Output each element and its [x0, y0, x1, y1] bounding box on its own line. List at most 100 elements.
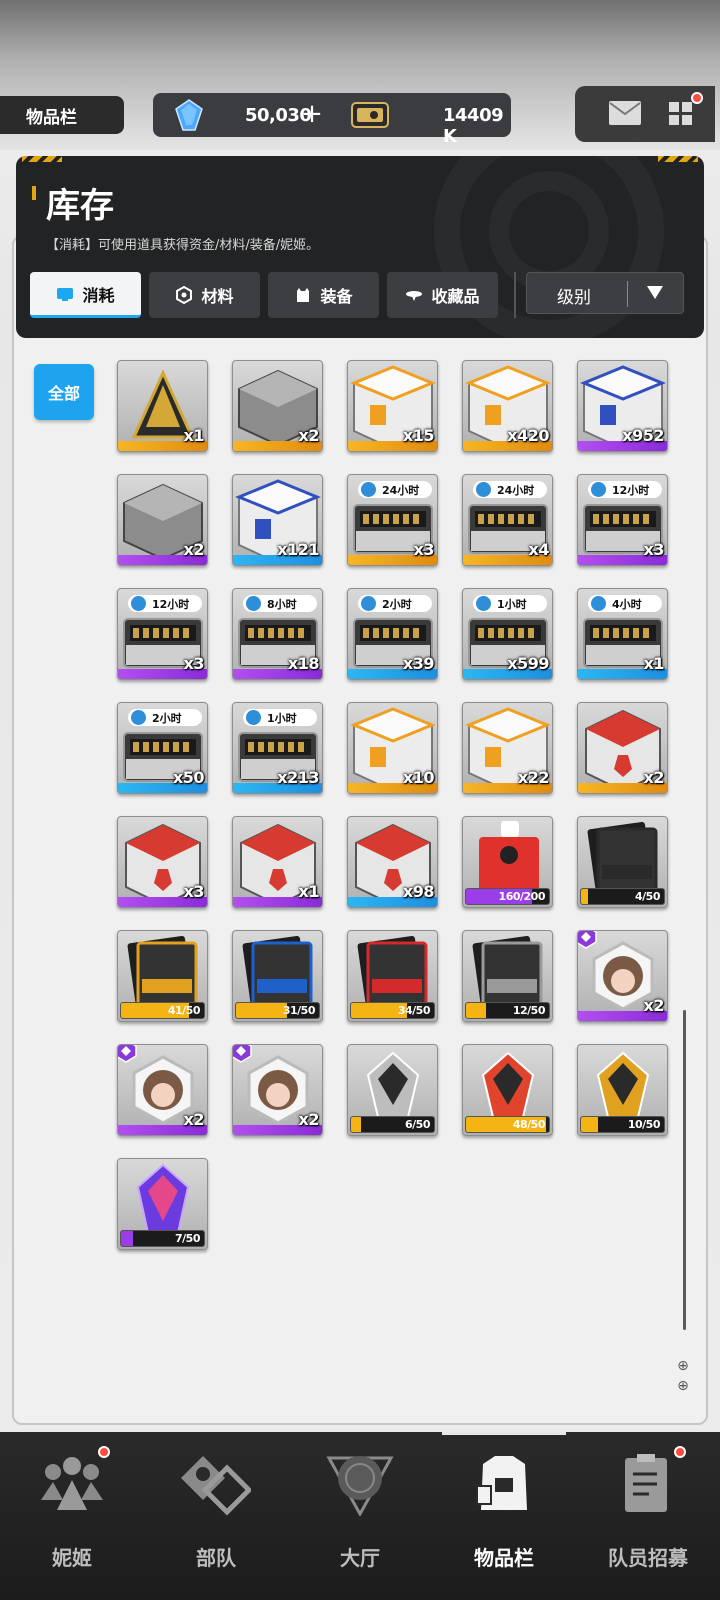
item-quantity: x2: [183, 1110, 205, 1129]
inventory-item-time-case-2h-2[interactable]: 2小时 x50: [117, 702, 208, 794]
consumable-icon: [57, 287, 74, 301]
tab-collectibles[interactable]: 收藏品: [387, 272, 498, 318]
progress-label: 41/50: [167, 1004, 201, 1017]
item-quantity: x3: [183, 654, 205, 673]
inventory-item-grey-crate[interactable]: x2: [232, 360, 323, 452]
inventory-item-red-cube-4[interactable]: x98: [347, 816, 438, 908]
scroll-indicator: ⊕ ⊕: [677, 1358, 689, 1394]
inventory-item-time-case-2h[interactable]: 2小时 x39: [347, 588, 438, 680]
item-quantity: x213: [277, 768, 319, 787]
progress-label: 10/50: [627, 1118, 661, 1131]
inventory-item-blue-supply-box-2[interactable]: x121: [232, 474, 323, 566]
nav-squad[interactable]: 部队: [144, 1432, 288, 1600]
item-quantity: x2: [643, 996, 665, 1015]
inventory-item-nikke-hex-token-2[interactable]: x2: [117, 1044, 208, 1136]
title-accent: [32, 186, 36, 200]
sort-dropdown[interactable]: 级别: [526, 272, 684, 314]
inventory-item-orange-supply-box-4[interactable]: x22: [462, 702, 553, 794]
collection-progress-bar: 160/200: [465, 888, 550, 905]
tab-label: 装备: [320, 287, 353, 306]
inventory-item-pilgrim-card-pack[interactable]: 12/50: [462, 930, 553, 1022]
item-quantity: x2: [183, 540, 205, 559]
item-quantity: x121: [277, 540, 319, 559]
inventory-item-time-case-1h-2[interactable]: 1小时 x213: [232, 702, 323, 794]
inventory-item-orange-supply-box-3[interactable]: x10: [347, 702, 438, 794]
inventory-item-elysion-card-pack[interactable]: 34/50: [347, 930, 438, 1022]
inventory-item-nikke-hex-token-3[interactable]: x2: [232, 1044, 323, 1136]
inventory-item-time-case-24h-2[interactable]: 24小时 x4: [462, 474, 553, 566]
bottom-navigation: 妮姬 部队 大厅 物品栏 队员招募: [0, 1432, 720, 1600]
collection-progress-bar: 48/50: [465, 1116, 550, 1133]
inventory-item-ssr-crystal-gold[interactable]: 10/50: [577, 1044, 668, 1136]
nav-nikke[interactable]: 妮姬: [0, 1432, 144, 1600]
timer-badge: 12小时: [128, 595, 202, 612]
inventory-item-gold-pyramid-ticket[interactable]: x1: [117, 360, 208, 452]
item-quantity: x39: [402, 654, 435, 673]
menu-grid-icon[interactable]: [667, 100, 695, 128]
inventory-item-nikke-hex-token[interactable]: x2: [577, 930, 668, 1022]
collection-progress-bar: 31/50: [235, 1002, 320, 1019]
tab-consumables[interactable]: 消耗: [30, 272, 141, 318]
inventory-item-black-card-pack[interactable]: 4/50: [577, 816, 668, 908]
tab-label: 收藏品: [431, 287, 480, 306]
inventory-item-lucky-box[interactable]: 160/200: [462, 816, 553, 908]
item-quantity: x1: [298, 882, 320, 901]
item-quantity: x1: [643, 654, 665, 673]
inventory-item-red-cube[interactable]: x2: [577, 702, 668, 794]
inventory-item-ssr-crystal-silver[interactable]: 6/50: [347, 1044, 438, 1136]
nav-label: 大厅: [340, 1546, 380, 1570]
inventory-item-time-case-12h[interactable]: 12小时 x3: [577, 474, 668, 566]
timer-label: 1小时: [267, 711, 297, 725]
inventory-item-blue-supply-box[interactable]: x952: [577, 360, 668, 452]
clock-icon: [361, 596, 376, 611]
nav-recruit[interactable]: 队员招募: [576, 1432, 720, 1600]
inventory-item-time-case-1h[interactable]: 1小时 x599: [462, 588, 553, 680]
scrollbar[interactable]: [683, 1010, 686, 1330]
inventory-item-tetra-card-pack[interactable]: 41/50: [117, 930, 208, 1022]
item-grid: x1 x2 x15 x420 x952 x2 x121 24小时 x3 24小时 x4 12小时 x3 1…: [117, 360, 668, 1250]
timer-label: 2小时: [382, 597, 412, 611]
timer-badge: 2小时: [358, 595, 432, 612]
inventory-item-grey-crate-2[interactable]: x2: [117, 474, 208, 566]
nav-label: 部队: [196, 1546, 236, 1570]
progress-label: 12/50: [512, 1004, 546, 1017]
filter-all-label: 全部: [47, 384, 80, 403]
mail-icon[interactable]: [608, 100, 642, 126]
inventory-item-red-cube-3[interactable]: x1: [232, 816, 323, 908]
inventory-item-orange-supply-box[interactable]: x15: [347, 360, 438, 452]
page-description: 【消耗】可使用道具获得资金/材料/装备/妮姬。: [46, 238, 320, 253]
nav-lobby[interactable]: 大厅: [288, 1432, 432, 1600]
notification-dot: [98, 1446, 110, 1458]
collection-progress-bar: 4/50: [580, 888, 665, 905]
inventory-item-orange-supply-box-2[interactable]: x420: [462, 360, 553, 452]
inventory-header: 库存 【消耗】可使用道具获得资金/材料/装备/妮姬。 消耗 材料 装备 收藏品 …: [16, 156, 704, 338]
category-tabs: 消耗 材料 装备 收藏品: [30, 272, 524, 318]
inventory-item-time-case-8h[interactable]: 8小时 x18: [232, 588, 323, 680]
inventory-item-ssr-crystal-red[interactable]: 48/50: [462, 1044, 553, 1136]
inventory-item-time-case-24h[interactable]: 24小时 x3: [347, 474, 438, 566]
filter-all-button[interactable]: 全部: [34, 364, 94, 420]
credit-icon: [351, 102, 389, 128]
inventory-item-purple-crystal[interactable]: 7/50: [117, 1158, 208, 1250]
item-quantity: x3: [183, 882, 205, 901]
item-quantity: x15: [402, 426, 435, 445]
currency-bar: 50,030 + 14409 K: [153, 93, 511, 147]
item-quantity: x4: [528, 540, 550, 559]
timer-badge: 4小时: [588, 595, 662, 612]
inventory-item-time-case-12h-2[interactable]: 12小时 x3: [117, 588, 208, 680]
inventory-item-red-cube-2[interactable]: x3: [117, 816, 208, 908]
menu-notification-dot: [691, 92, 703, 104]
progress-label: 4/50: [635, 890, 660, 903]
add-gems-button[interactable]: +: [297, 99, 327, 129]
inventory-item-time-case-4h[interactable]: 4小时 x1: [577, 588, 668, 680]
timer-label: 24小时: [382, 483, 420, 497]
header-stripe-right: [658, 156, 698, 162]
tab-materials[interactable]: 材料: [149, 272, 260, 318]
tab-equipment[interactable]: 装备: [268, 272, 379, 318]
inventory-item-missilis-card-pack[interactable]: 31/50: [232, 930, 323, 1022]
nav-inventory[interactable]: 物品栏: [432, 1432, 576, 1600]
collectible-icon: [406, 291, 423, 301]
page-title: 库存: [46, 186, 114, 226]
notification-dot: [674, 1446, 686, 1458]
progress-fill: [236, 1003, 288, 1018]
